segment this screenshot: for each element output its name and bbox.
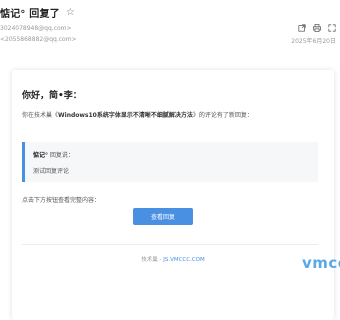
recipient-address: <2055868882@qq.com>	[0, 36, 77, 43]
email-subject-row: 惦记° 回复了 ☆	[0, 4, 75, 20]
notification-paragraph: 你在技术巢《Windows10系统字体显示不清晰不细腻解决方法》的评论有了新回复…	[22, 110, 312, 121]
reply-quote-box: 惦记° 回复说： 测试回复评论	[22, 142, 318, 182]
fullscreen-icon[interactable]	[328, 24, 336, 32]
print-icon[interactable]	[313, 24, 321, 32]
paragraph-suffix: 》的评论有了新回复：	[192, 112, 253, 119]
view-reply-button[interactable]: 查看回复	[133, 208, 193, 225]
footer-site-link[interactable]: JS.VMCCC.COM	[163, 257, 205, 263]
reply-verb: 回复说：	[48, 152, 74, 159]
email-date: 2025年6月20日	[291, 38, 336, 45]
reply-header: 惦记° 回复说：	[33, 150, 74, 159]
open-external-icon[interactable]	[298, 24, 306, 32]
email-subject: 惦记° 回复了	[0, 8, 60, 20]
notification-card: 你好，简•李： 你在技术巢《Windows10系统字体显示不清晰不细腻解决方法》…	[12, 70, 334, 320]
star-outline-icon[interactable]: ☆	[66, 7, 75, 18]
email-body: 你好，简•李： 你在技术巢《Windows10系统字体显示不清晰不细腻解决方法》…	[0, 50, 340, 320]
watermark-logo: vmcc	[302, 254, 340, 272]
card-footer: 技术巢 - JS.VMCCC.COM	[12, 255, 334, 263]
footer-prefix: 技术巢 -	[141, 257, 164, 263]
paragraph-prefix: 你在技术巢《	[22, 112, 59, 119]
reply-user: 惦记°	[33, 152, 49, 159]
greeting: 你好，简•李：	[22, 91, 82, 101]
sender-address: 3024078948@qq.com>	[0, 25, 72, 32]
reply-content: 测试回复评论	[33, 168, 70, 175]
view-hint: 点击下方按钮查看完整内容：	[22, 197, 101, 204]
article-title-link[interactable]: Windows10系统字体显示不清晰不细腻解决方法	[58, 112, 193, 119]
email-toolbar	[298, 24, 336, 32]
divider	[22, 244, 318, 245]
